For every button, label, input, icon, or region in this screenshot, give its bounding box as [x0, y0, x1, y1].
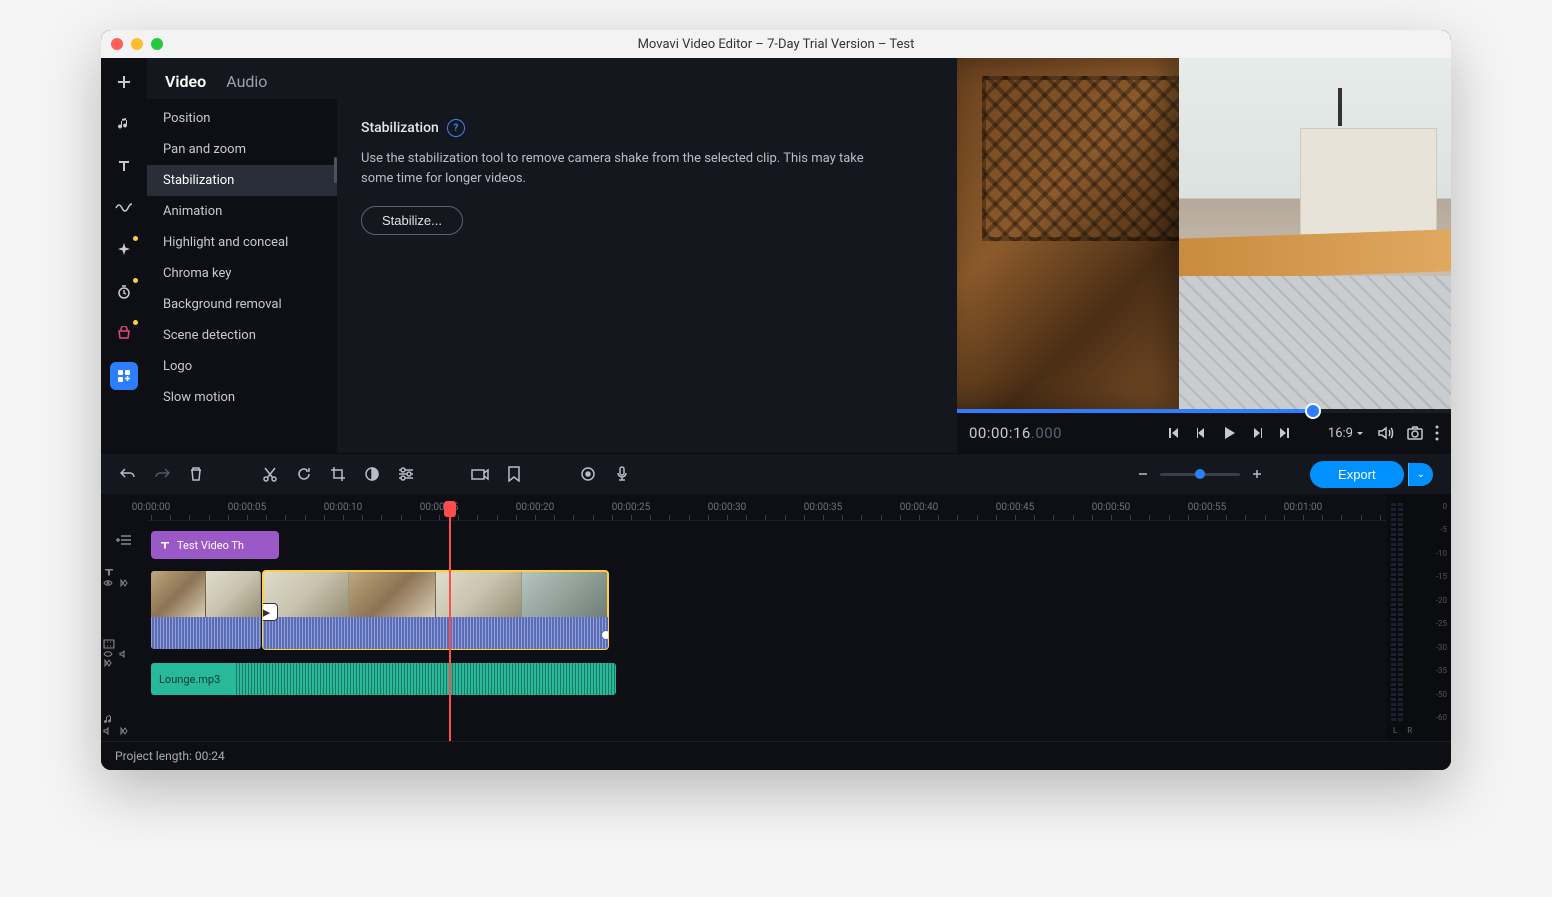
skip-start-icon[interactable] — [1164, 424, 1182, 442]
preview-timecode: 00:00:16.000 — [969, 424, 1062, 442]
export-button[interactable]: Export — [1310, 461, 1404, 488]
submenu-background-removal[interactable]: Background removal — [147, 289, 337, 320]
export-dropdown[interactable]: ⌄ — [1408, 463, 1433, 486]
cut-icon[interactable] — [261, 465, 279, 483]
delete-icon[interactable] — [187, 465, 205, 483]
playhead[interactable] — [449, 503, 451, 741]
crop-icon[interactable] — [329, 465, 347, 483]
tab-audio[interactable]: Audio — [226, 72, 267, 91]
submenu-logo[interactable]: Logo — [147, 351, 337, 382]
status-bar: Project length: 00:24 — [101, 741, 1451, 770]
content-title: Stabilization — [361, 120, 439, 136]
video-clip-1[interactable] — [151, 571, 261, 649]
more-tools-icon[interactable] — [110, 362, 138, 390]
title-track-controls[interactable] — [101, 550, 149, 587]
submenu-animation[interactable]: Animation — [147, 196, 337, 227]
skip-end-icon[interactable] — [1276, 424, 1294, 442]
submenu-slow-motion[interactable]: Slow motion — [147, 382, 337, 413]
clip-properties-icon[interactable] — [397, 465, 415, 483]
zoom-in-icon[interactable] — [1248, 465, 1266, 483]
zoom-out-icon[interactable] — [1134, 465, 1152, 483]
marker-icon[interactable] — [505, 465, 523, 483]
project-length: Project length: 00:24 — [115, 749, 225, 763]
preview-progress[interactable] — [957, 409, 1451, 413]
record-video-icon[interactable] — [579, 465, 597, 483]
record-audio-icon[interactable] — [613, 465, 631, 483]
snapshot-icon[interactable] — [1407, 426, 1423, 440]
zoom-slider[interactable] — [1160, 473, 1240, 476]
color-adjust-icon[interactable] — [363, 465, 381, 483]
window-title: Movavi Video Editor – 7-Day Trial Versio… — [101, 37, 1451, 52]
titlebar: Movavi Video Editor – 7-Day Trial Versio… — [101, 30, 1451, 58]
submenu-position[interactable]: Position — [147, 103, 337, 134]
title-clip[interactable]: Test Video Th — [151, 531, 279, 559]
transition-wizard-icon[interactable] — [471, 465, 489, 483]
effects-icon[interactable] — [110, 236, 138, 264]
tab-video[interactable]: Video — [165, 72, 206, 91]
video-clip-2-selected[interactable]: ▶ — [263, 571, 608, 649]
submenu-scene-detection[interactable]: Scene detection — [147, 320, 337, 351]
stabilize-button[interactable]: Stabilize... — [361, 206, 463, 235]
preview-more-icon[interactable] — [1435, 425, 1439, 441]
video-tools-submenu: Position Pan and zoom Stabilization Anim… — [147, 99, 337, 453]
left-sidebar — [101, 58, 147, 453]
frame-forward-icon[interactable] — [1248, 424, 1266, 442]
play-icon[interactable] — [1220, 424, 1238, 442]
help-icon[interactable]: ? — [447, 119, 465, 137]
redo-icon[interactable] — [153, 465, 171, 483]
shopping-icon[interactable] — [110, 320, 138, 348]
undo-icon[interactable] — [119, 465, 137, 483]
submenu-stabilization[interactable]: Stabilization — [147, 165, 337, 196]
add-track-icon[interactable] — [116, 530, 132, 550]
window-maximize-button[interactable] — [151, 38, 163, 50]
timeline-toolbar: Export ⌄ — [101, 453, 1451, 494]
volume-icon[interactable] — [1377, 425, 1395, 441]
preview-pane: 00:00:16.000 16:9 — [957, 58, 1451, 453]
frame-back-icon[interactable] — [1192, 424, 1210, 442]
rotate-icon[interactable] — [295, 465, 313, 483]
video-track-controls[interactable] — [101, 587, 149, 690]
timer-icon[interactable] — [110, 278, 138, 306]
aspect-ratio-selector[interactable]: 16:9 — [1328, 426, 1365, 441]
volume-handle[interactable] — [601, 630, 608, 640]
audio-clip[interactable]: Lounge.mp3 — [151, 663, 616, 695]
add-media-icon[interactable] — [110, 68, 138, 96]
submenu-chroma-key[interactable]: Chroma key — [147, 258, 337, 289]
content-description: Use the stabilization tool to remove cam… — [361, 149, 881, 188]
window-close-button[interactable] — [111, 38, 123, 50]
timeline: 00:00:0000:00:0500:00:1000:00:1500:00:20… — [101, 494, 1451, 741]
audio-meter: 0-5-10-15-20-25-30-35-50-60 L R — [1387, 494, 1451, 741]
timeline-ruler[interactable]: 00:00:0000:00:0500:00:1000:00:1500:00:20… — [147, 498, 1387, 521]
properties-panel: Video Audio Position Pan and zoom Stabil… — [147, 58, 957, 453]
transitions-icon[interactable] — [110, 194, 138, 222]
submenu-highlight-conceal[interactable]: Highlight and conceal — [147, 227, 337, 258]
transition-handle[interactable]: ▶ — [263, 603, 278, 621]
music-icon[interactable] — [110, 110, 138, 138]
text-icon[interactable] — [110, 152, 138, 180]
window-minimize-button[interactable] — [131, 38, 143, 50]
submenu-pan-zoom[interactable]: Pan and zoom — [147, 134, 337, 165]
preview-video[interactable] — [957, 58, 1451, 409]
audio-track-controls[interactable] — [101, 690, 149, 741]
